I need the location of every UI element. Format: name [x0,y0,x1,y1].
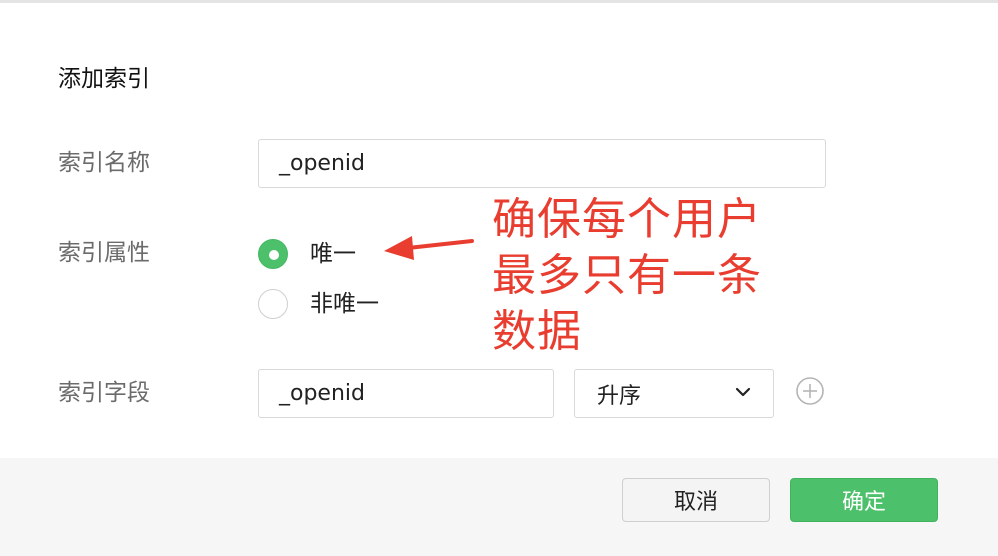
index-field-input[interactable]: _openid [258,369,554,418]
annotation-arrow-icon [384,236,474,260]
radio-non-unique-label[interactable]: 非唯一 [310,289,379,319]
dialog-title: 添加索引 [58,66,150,92]
index-name-value: _openid [279,151,365,176]
confirm-button[interactable]: 确定 [790,478,938,522]
annotation-line-2: 最多只有一条 [492,250,762,301]
chevron-down-icon [735,387,751,397]
radio-unique-row[interactable]: 唯一 [258,239,356,269]
index-attr-label: 索引属性 [58,240,150,266]
sort-order-value: 升序 [597,383,642,409]
index-field-value: _openid [279,381,365,406]
radio-non-unique-row[interactable]: 非唯一 [258,289,379,319]
annotation-text: 确保每个用户 最多只有一条 数据 [492,192,762,360]
annotation-line-3: 数据 [492,306,582,357]
cancel-button[interactable]: 取消 [622,478,770,522]
index-name-label: 索引名称 [58,150,150,176]
index-name-input[interactable]: _openid [258,139,826,188]
add-field-icon[interactable] [795,376,825,406]
index-field-label: 索引字段 [58,380,150,406]
radio-unique-label[interactable]: 唯一 [310,239,356,269]
radio-non-unique[interactable] [258,289,288,319]
radio-unique[interactable] [258,239,288,269]
annotation-line-1: 确保每个用户 [492,194,762,245]
sort-order-select[interactable]: 升序 [574,369,774,418]
